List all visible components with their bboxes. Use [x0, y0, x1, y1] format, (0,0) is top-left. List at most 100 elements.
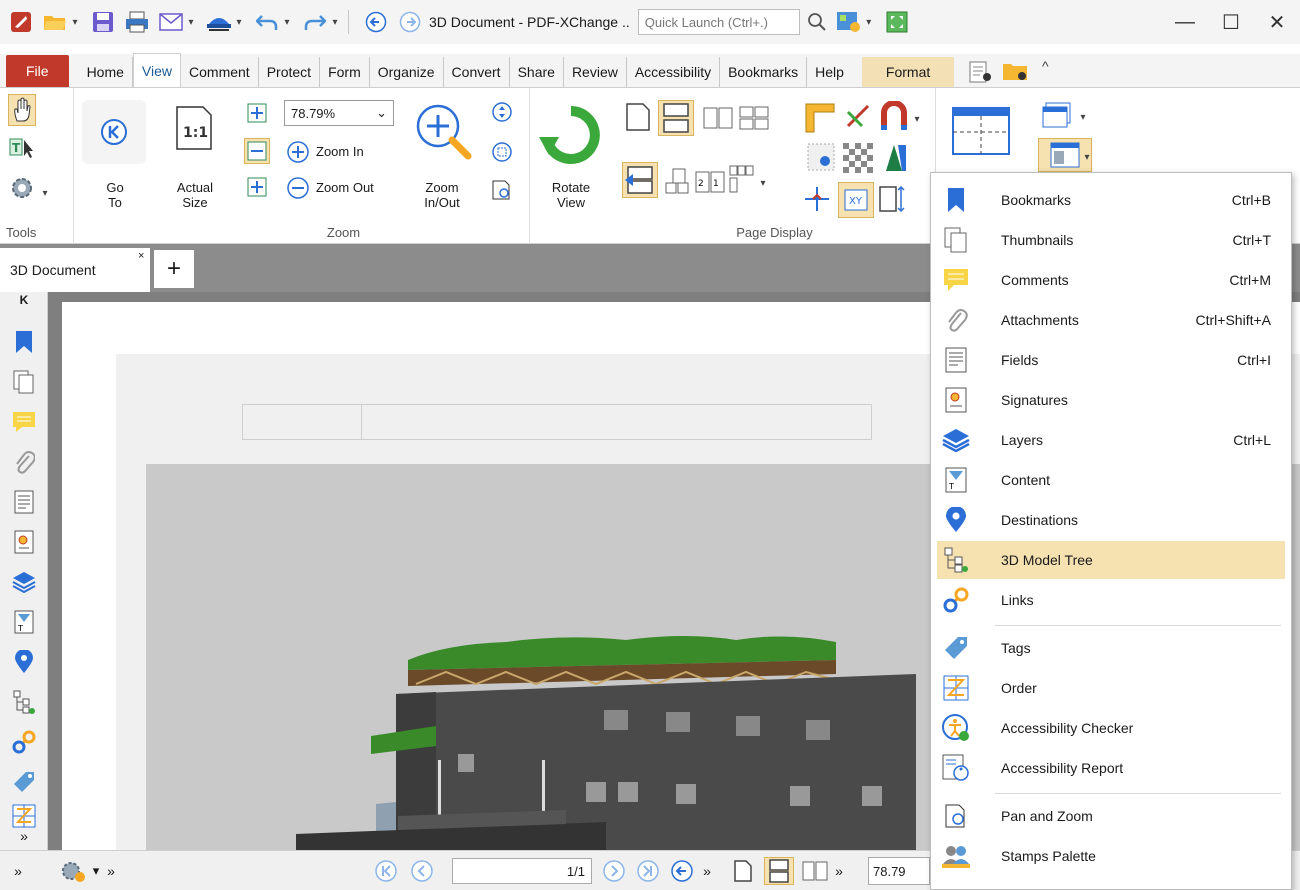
measure-icon[interactable] [842, 100, 874, 132]
chevron-down-icon[interactable]: ▾ [68, 9, 82, 35]
thumbnails-icon[interactable] [10, 368, 38, 396]
forward-icon[interactable] [397, 9, 423, 35]
menu-item-attachments[interactable]: Attachments Ctrl+Shift+A [937, 301, 1285, 339]
chevron-down-icon[interactable]: ▾ [1080, 144, 1094, 170]
rotate-view-icon[interactable] [538, 102, 604, 168]
page-layout-more-icon[interactable] [728, 164, 756, 196]
quick-launch-input[interactable]: Quick Launch (Ctrl+.) [637, 9, 800, 35]
tab-review[interactable]: Review [564, 57, 627, 87]
menu-item-stamps-palette[interactable]: Stamps Palette [937, 837, 1285, 875]
menu-item-content[interactable]: T Content [937, 461, 1285, 499]
menu-item-accessibility-checker[interactable]: Accessibility Checker [937, 709, 1285, 747]
go-to-label[interactable]: Go To [88, 180, 142, 210]
zoom-area-icon[interactable] [490, 140, 514, 164]
select-text-icon[interactable]: T [8, 134, 36, 162]
maximize-button[interactable]: ☐ [1208, 0, 1254, 44]
menu-item-bookmarks[interactable]: Bookmarks Ctrl+B [937, 181, 1285, 219]
chevron-down-icon[interactable]: ▾ [184, 9, 198, 35]
pan-zoom-icon[interactable] [490, 178, 514, 202]
right-to-left-icon[interactable]: 21 [694, 168, 726, 196]
comments-icon[interactable] [10, 408, 38, 436]
zoom-in-label[interactable]: Zoom In [316, 144, 364, 159]
menu-item-pan-and-zoom[interactable]: Pan and Zoom [937, 797, 1285, 835]
find-icon[interactable] [968, 59, 994, 85]
back-icon[interactable] [363, 9, 389, 35]
more-chevron-icon[interactable]: » [10, 857, 26, 885]
actual-size-icon[interactable]: 1:1 [174, 104, 214, 152]
open-folder-icon[interactable] [42, 9, 68, 35]
chevron-down-icon[interactable]: ▾ [910, 106, 924, 132]
document-tab[interactable]: 3D Document [0, 248, 150, 292]
fit-page-icon[interactable] [246, 102, 268, 124]
zoom-in-out-label[interactable]: Zoom In/Out [412, 180, 472, 210]
tab-comment[interactable]: Comment [181, 57, 259, 87]
email-icon[interactable] [158, 9, 184, 35]
new-tab-button[interactable]: + [154, 250, 194, 288]
zoom-level-field[interactable]: 78.79 [868, 857, 930, 885]
bookmark-icon[interactable] [10, 328, 38, 356]
chevron-down-icon[interactable]: ▾ [232, 9, 246, 35]
actual-size-label[interactable]: Actual Size [168, 180, 222, 210]
rotate-view-label[interactable]: Rotate View [544, 180, 598, 210]
fields-icon[interactable] [10, 488, 38, 516]
tools-settings-icon[interactable] [8, 174, 36, 202]
page-spacing-icon[interactable] [878, 184, 908, 214]
close-tab-icon[interactable]: × [138, 250, 144, 262]
more-chevron-icon[interactable]: » [104, 857, 118, 885]
zoom-out-label[interactable]: Zoom Out [316, 180, 374, 195]
windows-icon[interactable] [1040, 100, 1074, 130]
facing-continuous-icon[interactable] [738, 104, 770, 132]
more-chevron-icon[interactable]: » [832, 857, 846, 885]
links-icon[interactable] [10, 728, 38, 756]
menu-item-layers[interactable]: Layers Ctrl+L [937, 421, 1285, 459]
menu-item-signatures[interactable]: Signatures [937, 381, 1285, 419]
chevron-down-icon[interactable]: ▾ [38, 180, 52, 206]
back-icon[interactable] [668, 857, 696, 885]
split-view-icon[interactable] [622, 162, 658, 198]
tab-bookmarks[interactable]: Bookmarks [720, 57, 808, 87]
facing-pages-icon[interactable] [800, 857, 830, 885]
fit-width-icon[interactable] [244, 138, 270, 164]
facing-pages-icon[interactable] [702, 104, 734, 132]
tab-form[interactable]: Form [320, 57, 370, 87]
zoom-dynamic-icon[interactable] [490, 100, 514, 124]
layers-icon[interactable] [10, 568, 38, 596]
single-page-icon[interactable] [622, 100, 654, 134]
grid-icon[interactable] [806, 142, 836, 172]
attachment-icon[interactable] [10, 448, 38, 476]
close-button[interactable]: ✕ [1254, 0, 1300, 44]
menu-item-destinations[interactable]: Destinations [937, 501, 1285, 539]
tab-help[interactable]: Help [807, 57, 852, 87]
collapse-panel-icon[interactable]: K [10, 292, 38, 308]
tab-organize[interactable]: Organize [370, 57, 444, 87]
menu-item-3d-model-tree[interactable]: 3D Model Tree [937, 541, 1285, 579]
zoom-in-icon[interactable] [286, 140, 310, 164]
menu-item-order[interactable]: Order [937, 669, 1285, 707]
print-icon[interactable] [124, 9, 150, 35]
collapse-ribbon-icon[interactable]: ^ [1038, 53, 1052, 79]
signatures-icon[interactable] [10, 528, 38, 556]
chevron-down-icon[interactable]: ▾ [756, 170, 770, 196]
content-icon[interactable]: T [10, 608, 38, 636]
chevron-down-icon[interactable]: ▾ [1076, 104, 1090, 130]
fullscreen-icon[interactable] [884, 9, 910, 35]
more-chevron-icon[interactable]: » [700, 857, 714, 885]
more-panels-icon[interactable]: » [10, 826, 38, 846]
tab-file[interactable]: File [6, 55, 69, 87]
snap-magnet-icon[interactable] [878, 100, 910, 132]
tab-view[interactable]: View [132, 53, 182, 87]
zoom-level-select[interactable]: 78.79% ⌄ [284, 100, 394, 126]
tab-convert[interactable]: Convert [444, 57, 510, 87]
coordinates-icon[interactable]: XY [838, 182, 874, 218]
next-page-icon[interactable] [600, 857, 628, 885]
app-logo-icon[interactable] [8, 9, 34, 35]
tab-home[interactable]: Home [79, 57, 133, 87]
color-fill-icon[interactable] [880, 142, 908, 172]
search-icon[interactable] [804, 9, 830, 35]
fit-visible-icon[interactable] [246, 176, 268, 198]
chevron-down-icon[interactable]: ▾ [862, 9, 876, 35]
zoom-out-icon[interactable] [286, 176, 310, 200]
tab-format[interactable]: Format [861, 57, 955, 87]
transparency-grid-icon[interactable] [842, 142, 874, 174]
undo-icon[interactable] [254, 9, 280, 35]
